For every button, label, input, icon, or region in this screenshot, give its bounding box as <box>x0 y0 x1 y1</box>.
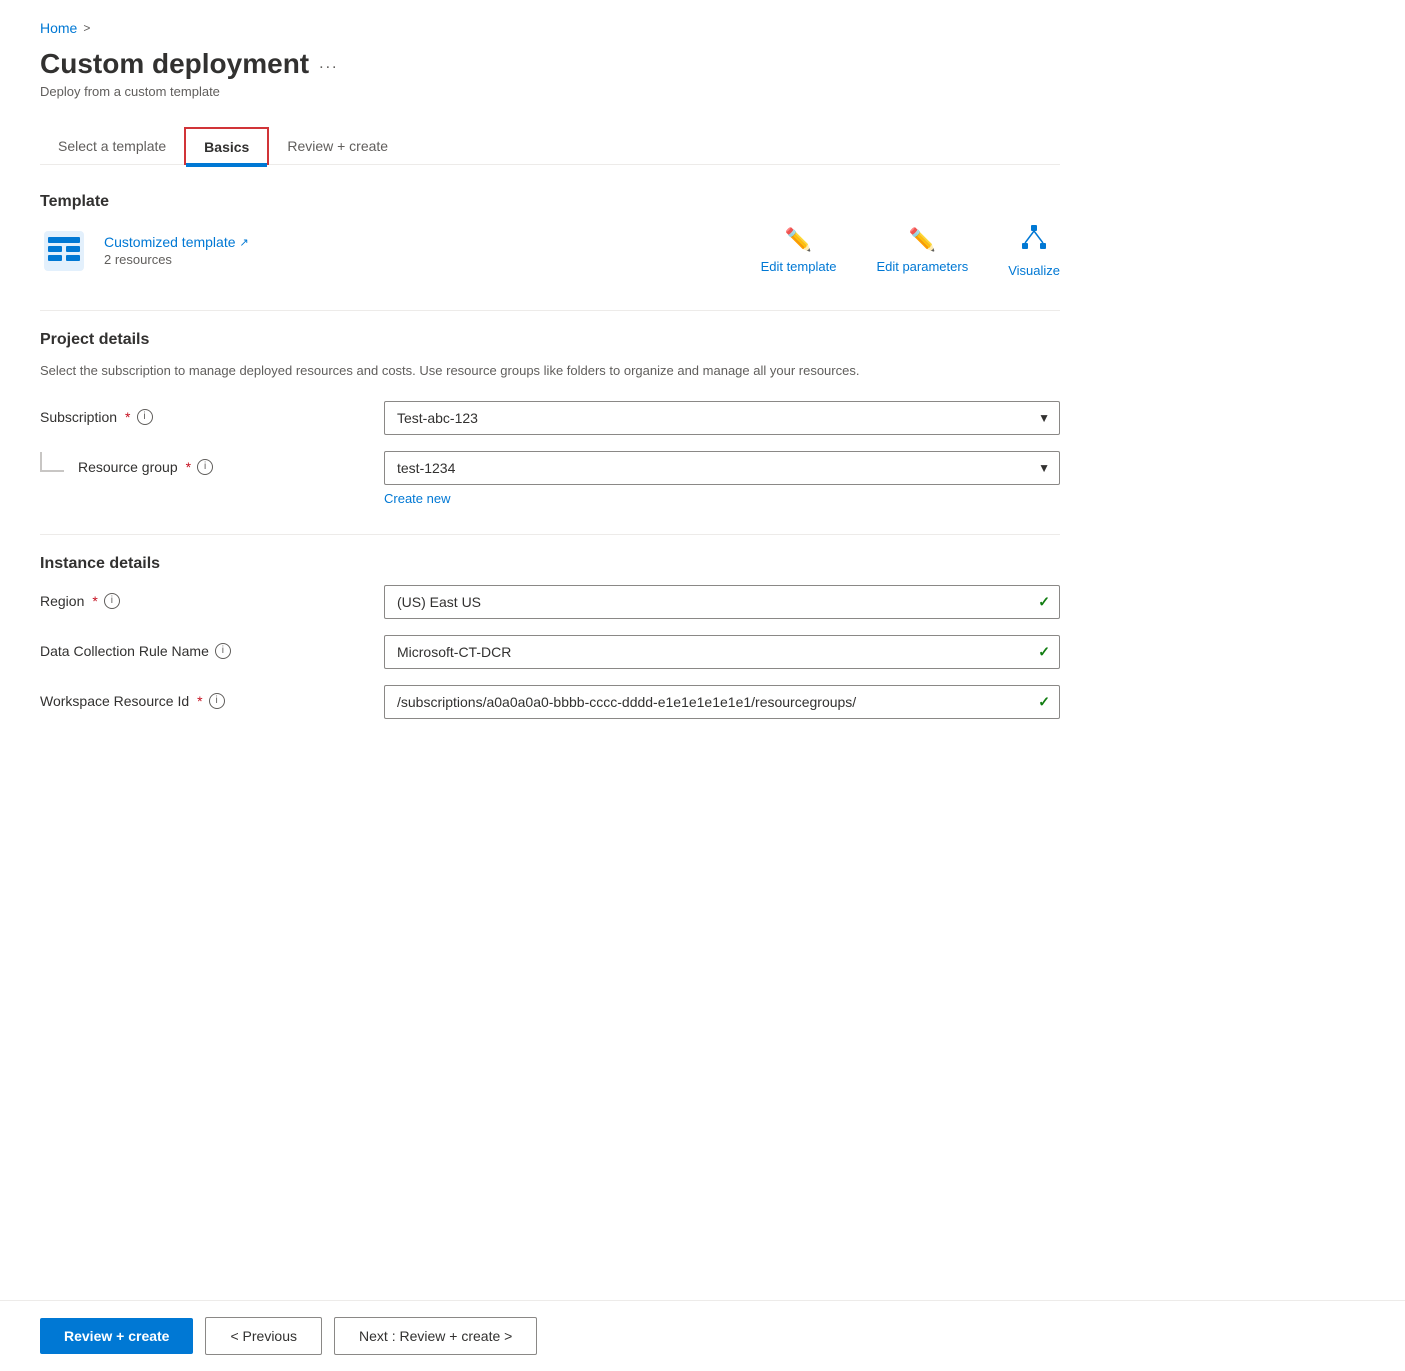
section-divider-2 <box>40 534 1060 535</box>
resource-group-label-col: Resource group * i <box>40 451 360 475</box>
region-select[interactable]: (US) East US <box>384 585 1060 619</box>
visualize-label: Visualize <box>1008 263 1060 278</box>
page-subtitle: Deploy from a custom template <box>40 84 1060 99</box>
template-text: Customized template ↗ 2 resources <box>104 234 249 267</box>
region-select-wrapper: (US) East US ✓ <box>384 585 1060 619</box>
template-link[interactable]: Customized template ↗ <box>104 234 249 250</box>
resource-group-row: Resource group * i test-1234 ▼ Create ne… <box>40 451 1060 506</box>
next-button[interactable]: Next : Review + create > <box>334 1317 537 1355</box>
review-create-footer-button[interactable]: Review + create <box>40 1318 193 1354</box>
region-info-icon: i <box>104 593 120 609</box>
edit-parameters-button[interactable]: ✏️ Edit parameters <box>876 227 968 274</box>
region-label-col: Region * i <box>40 585 360 609</box>
page-title: Custom deployment <box>40 48 309 80</box>
footer-bar: Review + create < Previous Next : Review… <box>0 1300 1405 1371</box>
template-name: Customized template <box>104 234 236 250</box>
edit-template-icon: ✏️ <box>785 227 812 253</box>
section-divider-1 <box>40 310 1060 311</box>
template-section: Template Customized template ↗ <box>40 193 1060 278</box>
create-new-link[interactable]: Create new <box>384 491 450 506</box>
resource-group-select[interactable]: test-1234 <box>384 451 1060 485</box>
resource-group-required: * <box>186 459 191 475</box>
workspace-control-col: /subscriptions/a0a0a0a0-bbbb-cccc-dddd-e… <box>384 685 1060 719</box>
dcr-label: Data Collection Rule Name <box>40 643 209 659</box>
dcr-select[interactable]: Microsoft-CT-DCR <box>384 635 1060 669</box>
dcr-row: Data Collection Rule Name i Microsoft-CT… <box>40 635 1060 669</box>
dcr-select-wrapper: Microsoft-CT-DCR ✓ <box>384 635 1060 669</box>
page-title-ellipsis: ... <box>319 55 338 73</box>
previous-button[interactable]: < Previous <box>205 1317 322 1355</box>
template-section-title: Template <box>40 193 1060 211</box>
breadcrumb-home[interactable]: Home <box>40 20 77 36</box>
region-control-col: (US) East US ✓ <box>384 585 1060 619</box>
template-resources: 2 resources <box>104 252 249 267</box>
breadcrumb: Home > <box>40 20 1060 36</box>
tab-select-template[interactable]: Select a template <box>40 128 184 164</box>
indent-line <box>40 452 64 472</box>
workspace-required: * <box>197 693 202 709</box>
resource-group-label: Resource group <box>78 459 178 475</box>
workspace-select-wrapper: /subscriptions/a0a0a0a0-bbbb-cccc-dddd-e… <box>384 685 1060 719</box>
workspace-info-icon: i <box>209 693 225 709</box>
breadcrumb-separator: > <box>83 21 90 35</box>
visualize-button[interactable]: Visualize <box>1008 223 1060 278</box>
tab-bar: Select a template Basics Review + create <box>40 127 1060 165</box>
resource-group-select-wrapper: test-1234 ▼ <box>384 451 1060 485</box>
edit-template-label: Edit template <box>761 259 837 274</box>
subscription-label-col: Subscription * i <box>40 401 360 425</box>
subscription-row: Subscription * i Test-abc-123 ▼ <box>40 401 1060 435</box>
project-details-title: Project details <box>40 331 1060 349</box>
workspace-row: Workspace Resource Id * i /subscriptions… <box>40 685 1060 719</box>
region-required: * <box>92 593 97 609</box>
subscription-select[interactable]: Test-abc-123 <box>384 401 1060 435</box>
workspace-label-col: Workspace Resource Id * i <box>40 685 360 709</box>
subscription-control-col: Test-abc-123 ▼ <box>384 401 1060 435</box>
tab-review-create[interactable]: Review + create <box>269 128 406 164</box>
page-title-row: Custom deployment ... <box>40 48 1060 80</box>
subscription-info-icon: i <box>137 409 153 425</box>
instance-details-title: Instance details <box>40 555 1060 573</box>
visualize-icon <box>1020 223 1048 257</box>
external-link-icon: ↗ <box>240 236 249 249</box>
subscription-required: * <box>125 409 130 425</box>
template-info-row: Customized template ↗ 2 resources ✏️ Edi… <box>40 223 1060 278</box>
edit-template-button[interactable]: ✏️ Edit template <box>761 227 837 274</box>
tab-basics[interactable]: Basics <box>184 127 269 165</box>
region-label: Region <box>40 593 84 609</box>
dcr-control-col: Microsoft-CT-DCR ✓ <box>384 635 1060 669</box>
resource-group-control-col: test-1234 ▼ Create new <box>384 451 1060 506</box>
tab-active-indicator <box>186 163 267 165</box>
edit-parameters-icon: ✏️ <box>909 227 936 253</box>
resource-group-info-icon: i <box>197 459 213 475</box>
dcr-info-icon: i <box>215 643 231 659</box>
workspace-label: Workspace Resource Id <box>40 693 189 709</box>
project-description: Select the subscription to manage deploy… <box>40 361 1060 381</box>
subscription-select-wrapper: Test-abc-123 ▼ <box>384 401 1060 435</box>
region-row: Region * i (US) East US ✓ <box>40 585 1060 619</box>
subscription-label: Subscription <box>40 409 117 425</box>
template-actions: ✏️ Edit template ✏️ Edit parameters <box>761 223 1060 278</box>
workspace-select[interactable]: /subscriptions/a0a0a0a0-bbbb-cccc-dddd-e… <box>384 685 1060 719</box>
project-details-section: Project details Select the subscription … <box>40 331 1060 506</box>
dcr-label-col: Data Collection Rule Name i <box>40 635 360 659</box>
edit-parameters-label: Edit parameters <box>876 259 968 274</box>
instance-details-section: Instance details Region * i (US) East US… <box>40 555 1060 719</box>
template-icon <box>40 227 88 275</box>
